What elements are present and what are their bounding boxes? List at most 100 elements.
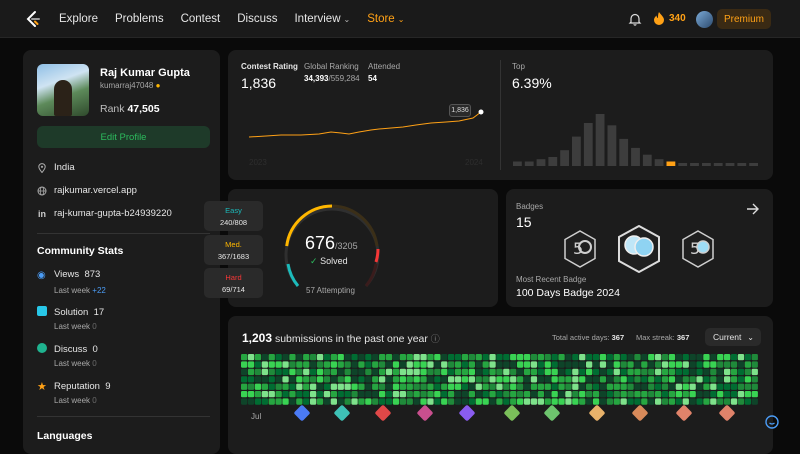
heatmap-cell <box>530 354 538 361</box>
avatar[interactable] <box>696 11 713 28</box>
submission-heatmap[interactable] <box>241 354 763 406</box>
heatmap-cell <box>406 376 413 383</box>
heatmap-cell <box>537 391 544 398</box>
heatmap-cell <box>682 376 689 383</box>
nav-interview[interactable]: Interview ⌄ <box>294 13 350 25</box>
nav-explore[interactable]: Explore <box>59 13 98 25</box>
bell-icon[interactable] <box>628 12 642 26</box>
heatmap-cell <box>641 398 648 405</box>
linkedin-link[interactable]: raj-kumar-gupta-b24939220 <box>54 208 172 219</box>
heatmap-cell <box>710 376 717 383</box>
heatmap-cell <box>696 354 703 361</box>
medium-stat[interactable]: Med. 367/1683 <box>204 235 263 265</box>
heatmap-cell <box>648 398 655 405</box>
heatmap-cell <box>730 391 738 398</box>
badge-50-days-icon[interactable]: 5 <box>563 230 597 268</box>
nav-discuss[interactable]: Discuss <box>237 13 277 25</box>
arrow-right-icon[interactable] <box>746 202 760 216</box>
attempting-label: 57 Attempting <box>306 286 355 295</box>
heatmap-cell <box>420 354 427 361</box>
heatmap-cell <box>565 368 572 376</box>
heatmap-cell <box>613 383 620 390</box>
histogram-bar <box>572 136 581 166</box>
website-link[interactable]: rajkumar.vercel.app <box>54 185 137 196</box>
info-icon[interactable]: ⓘ <box>431 334 440 344</box>
heatmap-cell <box>434 398 441 405</box>
heatmap-cell <box>261 361 268 368</box>
histogram-bar <box>583 123 593 166</box>
heatmap-cell <box>475 361 482 368</box>
heatmap-cell <box>613 376 620 383</box>
edit-profile-button[interactable]: Edit Profile <box>37 126 210 148</box>
linkedin-row[interactable]: in raj-kumar-gupta-b24939220 <box>37 208 172 219</box>
heatmap-cell <box>261 383 268 390</box>
heatmap-cell <box>675 383 682 390</box>
heatmap-cell <box>510 391 517 398</box>
heatmap-cell <box>427 391 434 398</box>
heatmap-cell <box>413 354 420 361</box>
coin-count[interactable]: 340 <box>669 13 686 24</box>
hard-stat[interactable]: Hard 69/714 <box>204 268 263 298</box>
rating-tooltip: 1,836 <box>449 104 471 117</box>
heatmap-cell <box>517 398 524 405</box>
heatmap-cell <box>634 368 641 376</box>
stat-label: Discuss <box>54 344 88 355</box>
heatmap-cell <box>613 368 620 376</box>
heatmap-cell <box>254 398 262 405</box>
heatmap-cell <box>344 354 351 361</box>
heatmap-cell <box>551 391 558 398</box>
nav-problems[interactable]: Problems <box>115 13 164 25</box>
fire-icon[interactable] <box>653 11 665 25</box>
heatmap-cell <box>289 361 296 368</box>
heatmap-cell <box>241 376 248 383</box>
heatmap-cell <box>661 368 669 376</box>
heatmap-cell <box>751 391 758 398</box>
heatmap-cell <box>599 361 607 368</box>
premium-button[interactable]: Premium <box>717 9 771 29</box>
heatmap-cell <box>613 391 620 398</box>
heatmap-cell <box>730 383 738 390</box>
heatmap-cell <box>392 368 400 376</box>
badge-50-days-2024-icon[interactable]: 5 <box>681 230 715 268</box>
histogram-bar <box>678 163 688 166</box>
easy-stat[interactable]: Easy 240/808 <box>204 201 263 231</box>
leetcode-logo-icon[interactable] <box>24 10 42 28</box>
ranking-histogram[interactable] <box>512 110 760 168</box>
heatmap-cell <box>558 354 565 361</box>
rating-point[interactable] <box>478 109 484 115</box>
heatmap-cell <box>724 391 731 398</box>
heatmap-cell <box>537 376 544 383</box>
heatmap-cell <box>427 361 434 368</box>
heatmap-cell <box>454 383 462 390</box>
heatmap-cell <box>448 376 455 383</box>
heatmap-cell <box>717 391 724 398</box>
medium-count: 367/1683 <box>217 252 250 261</box>
eye-icon: ◉ <box>37 270 46 281</box>
heatmap-cell <box>330 361 337 368</box>
heatmap-cell <box>385 361 393 368</box>
heatmap-cell <box>744 398 751 405</box>
heatmap-cell <box>247 354 255 361</box>
heatmap-cell <box>441 398 448 405</box>
solved-count: 676/3205 <box>305 233 358 254</box>
heatmap-cell <box>406 361 413 368</box>
week-label: Last week <box>54 396 91 405</box>
year-select[interactable]: Current ⌄ <box>705 328 761 346</box>
histogram-bar <box>737 163 747 166</box>
nav-store[interactable]: Store ⌄ <box>367 13 404 25</box>
badges-count: 15 <box>516 214 532 230</box>
heatmap-cell <box>682 354 689 361</box>
nav-contest[interactable]: Contest <box>181 13 221 25</box>
heatmap-cell <box>579 383 586 390</box>
heatmap-cell <box>316 391 324 398</box>
heatmap-cell <box>468 376 475 383</box>
badge-100-days-icon[interactable] <box>617 225 661 273</box>
heatmap-cell <box>275 354 282 361</box>
active-days-label: Total active days: <box>552 333 610 342</box>
heatmap-cell <box>289 398 296 405</box>
heatmap-cell <box>296 376 303 383</box>
website-row[interactable]: rajkumar.vercel.app <box>37 185 137 196</box>
heatmap-cell <box>620 391 627 398</box>
feedback-chat-icon[interactable] <box>765 415 779 429</box>
heatmap-cell <box>668 376 676 383</box>
